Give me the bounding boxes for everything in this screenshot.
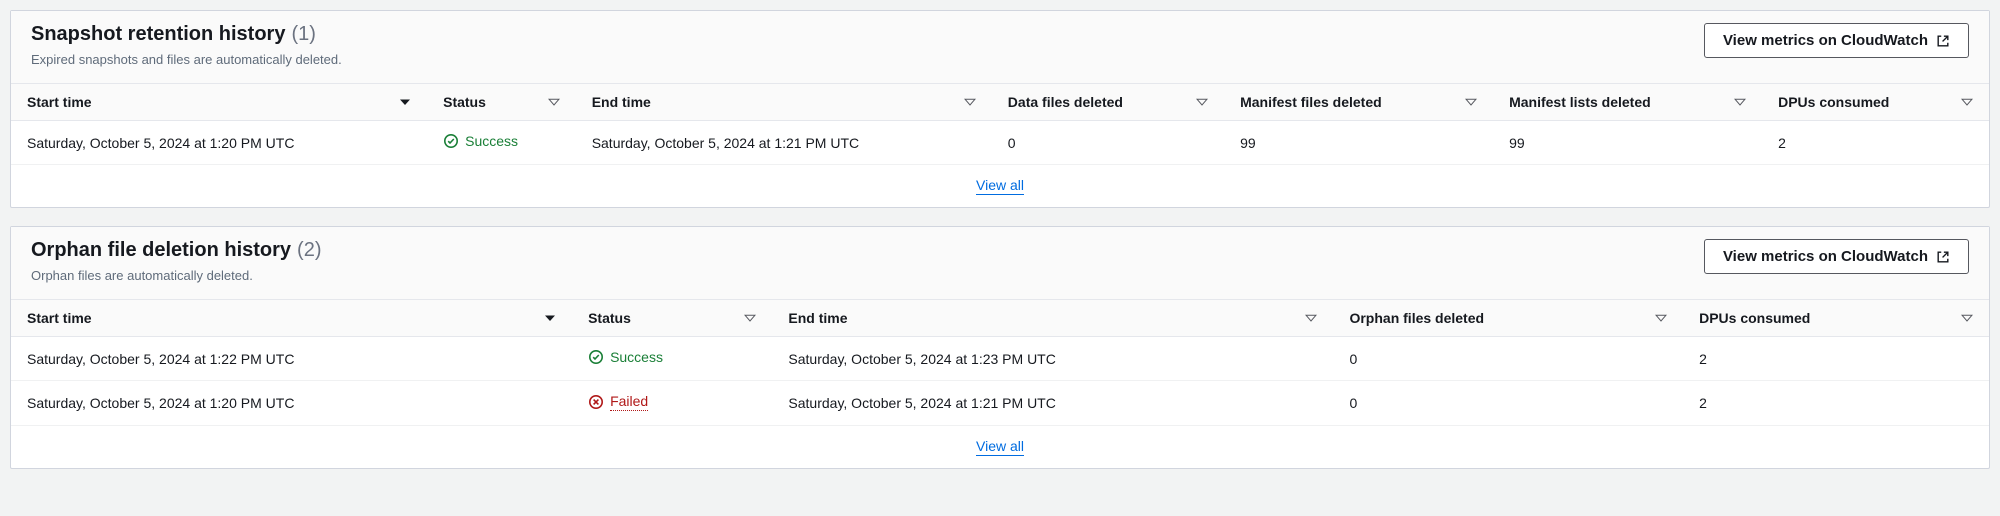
cell-value: 2 bbox=[1683, 381, 1989, 426]
button-label: View metrics on CloudWatch bbox=[1723, 32, 1928, 49]
filter-icon[interactable] bbox=[1305, 312, 1317, 324]
status-label: Success bbox=[465, 133, 518, 149]
table-row[interactable]: Saturday, October 5, 2024 at 1:22 PM UTC… bbox=[11, 337, 1989, 381]
sort-desc-icon[interactable] bbox=[544, 312, 556, 324]
view-all-row: View all bbox=[11, 426, 1989, 468]
column-header[interactable]: End time bbox=[576, 84, 992, 121]
data-table: Start time Status End time Orphan files del… bbox=[11, 300, 1989, 426]
filter-icon[interactable] bbox=[964, 96, 976, 108]
table-row[interactable]: Saturday, October 5, 2024 at 1:20 PM UTC… bbox=[11, 121, 1989, 165]
table-header-row: Start time Status End time Data files delet… bbox=[11, 84, 1989, 121]
column-label: Status bbox=[588, 310, 631, 326]
column-header[interactable]: Manifest lists deleted bbox=[1493, 84, 1762, 121]
cell-start-time: Saturday, October 5, 2024 at 1:22 PM UTC bbox=[11, 337, 572, 381]
filter-icon[interactable] bbox=[548, 96, 560, 108]
panel-header: Snapshot retention history (1) Expired sna… bbox=[11, 11, 1989, 84]
column-label: Orphan files deleted bbox=[1349, 310, 1484, 326]
column-label: DPUs consumed bbox=[1699, 310, 1810, 326]
filter-icon[interactable] bbox=[1655, 312, 1667, 324]
column-label: Manifest files deleted bbox=[1240, 94, 1382, 110]
column-label: End time bbox=[592, 94, 651, 110]
external-link-icon bbox=[1936, 250, 1950, 264]
panel-header-left: Snapshot retention history (1) Expired sna… bbox=[31, 23, 342, 67]
column-header[interactable]: Status bbox=[427, 84, 576, 121]
cell-status: Success bbox=[427, 121, 576, 165]
panel-snapshot: Snapshot retention history (1) Expired sna… bbox=[10, 10, 1990, 208]
panel-title: Snapshot retention history bbox=[31, 23, 285, 46]
panels-container: Snapshot retention history (1) Expired sna… bbox=[0, 10, 2000, 469]
x-circle-icon bbox=[588, 394, 604, 410]
column-label: Start time bbox=[27, 310, 92, 326]
status-label: Failed bbox=[610, 393, 648, 411]
column-header[interactable]: Manifest files deleted bbox=[1224, 84, 1493, 121]
cell-value: 99 bbox=[1493, 121, 1762, 165]
column-label: DPUs consumed bbox=[1778, 94, 1889, 110]
column-header[interactable]: End time bbox=[772, 300, 1333, 337]
button-label: View metrics on CloudWatch bbox=[1723, 248, 1928, 265]
filter-icon[interactable] bbox=[1961, 96, 1973, 108]
panel-subtitle: Expired snapshots and files are automati… bbox=[31, 52, 342, 67]
table-row[interactable]: Saturday, October 5, 2024 at 1:20 PM UTC… bbox=[11, 381, 1989, 426]
column-header[interactable]: Orphan files deleted bbox=[1333, 300, 1683, 337]
status-label: Success bbox=[610, 349, 663, 365]
column-label: Data files deleted bbox=[1008, 94, 1123, 110]
check-circle-icon bbox=[588, 349, 604, 365]
column-header[interactable]: Status bbox=[572, 300, 772, 337]
view-metrics-button[interactable]: View metrics on CloudWatch bbox=[1704, 239, 1969, 274]
cell-value: 0 bbox=[1333, 337, 1683, 381]
cell-status: Failed bbox=[572, 381, 772, 426]
view-all-link[interactable]: View all bbox=[976, 438, 1024, 456]
filter-icon[interactable] bbox=[1196, 96, 1208, 108]
column-header[interactable]: Start time bbox=[11, 300, 572, 337]
panel-title: Orphan file deletion history bbox=[31, 239, 291, 262]
view-metrics-button[interactable]: View metrics on CloudWatch bbox=[1704, 23, 1969, 58]
check-circle-icon bbox=[443, 133, 459, 149]
filter-icon[interactable] bbox=[1961, 312, 1973, 324]
sort-desc-icon[interactable] bbox=[399, 96, 411, 108]
view-all-link[interactable]: View all bbox=[976, 177, 1024, 195]
cell-start-time: Saturday, October 5, 2024 at 1:20 PM UTC bbox=[11, 381, 572, 426]
data-table: Start time Status End time Data files delet… bbox=[11, 84, 1989, 165]
cell-end-time: Saturday, October 5, 2024 at 1:21 PM UTC bbox=[576, 121, 992, 165]
column-header[interactable]: DPUs consumed bbox=[1683, 300, 1989, 337]
column-header[interactable]: Data files deleted bbox=[992, 84, 1224, 121]
cell-value: 0 bbox=[992, 121, 1224, 165]
cell-status: Success bbox=[572, 337, 772, 381]
column-header[interactable]: Start time bbox=[11, 84, 427, 121]
cell-value: 2 bbox=[1762, 121, 1989, 165]
cell-end-time: Saturday, October 5, 2024 at 1:21 PM UTC bbox=[772, 381, 1333, 426]
column-label: Status bbox=[443, 94, 486, 110]
column-label: Start time bbox=[27, 94, 92, 110]
column-label: Manifest lists deleted bbox=[1509, 94, 1651, 110]
table-header-row: Start time Status End time Orphan files del… bbox=[11, 300, 1989, 337]
panel-subtitle: Orphan files are automatically deleted. bbox=[31, 268, 321, 283]
cell-value: 0 bbox=[1333, 381, 1683, 426]
cell-end-time: Saturday, October 5, 2024 at 1:23 PM UTC bbox=[772, 337, 1333, 381]
cell-start-time: Saturday, October 5, 2024 at 1:20 PM UTC bbox=[11, 121, 427, 165]
column-header[interactable]: DPUs consumed bbox=[1762, 84, 1989, 121]
panel-header: Orphan file deletion history (2) Orphan fi… bbox=[11, 227, 1989, 300]
filter-icon[interactable] bbox=[744, 312, 756, 324]
column-label: End time bbox=[788, 310, 847, 326]
filter-icon[interactable] bbox=[1734, 96, 1746, 108]
external-link-icon bbox=[1936, 34, 1950, 48]
panel-orphan: Orphan file deletion history (2) Orphan fi… bbox=[10, 226, 1990, 469]
filter-icon[interactable] bbox=[1465, 96, 1477, 108]
cell-value: 2 bbox=[1683, 337, 1989, 381]
cell-value: 99 bbox=[1224, 121, 1493, 165]
panel-header-left: Orphan file deletion history (2) Orphan fi… bbox=[31, 239, 321, 283]
panel-count: (2) bbox=[297, 239, 321, 262]
view-all-row: View all bbox=[11, 165, 1989, 207]
panel-count: (1) bbox=[291, 23, 315, 46]
